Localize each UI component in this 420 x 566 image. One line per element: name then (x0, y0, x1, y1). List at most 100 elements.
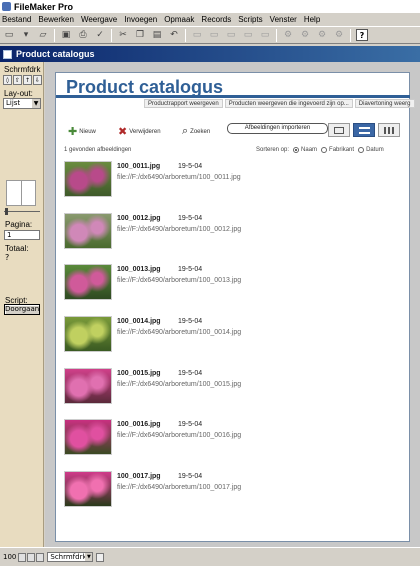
toolbar-separator (54, 28, 55, 42)
paste-icon[interactable]: ▤ (151, 29, 163, 41)
page-number-field[interactable]: 1 (4, 230, 40, 240)
save-icon[interactable]: ▣ (60, 29, 72, 41)
sort-icon[interactable]: ⚙ (282, 29, 294, 41)
image-thumbnail[interactable] (64, 419, 112, 455)
list-item[interactable]: 100_0015.jpg 19-5-04 file://F:/dx6490/ar… (64, 368, 404, 408)
help-icon[interactable]: ? (356, 29, 368, 41)
image-thumbnail[interactable] (64, 161, 112, 197)
table-view-button[interactable] (378, 123, 400, 137)
sort-options: Sorteren op: Naam Fabrikant Datum (256, 147, 384, 153)
image-thumbnail[interactable] (64, 368, 112, 404)
new-dropdown-icon[interactable]: ▾ (20, 29, 32, 41)
page-label: Pagina: (5, 220, 33, 229)
list-item[interactable]: 100_0011.jpg 19-5-04 file://F:/dx6490/ar… (64, 161, 404, 201)
list-view-button[interactable] (353, 123, 375, 137)
image-thumbnail[interactable] (64, 213, 112, 249)
sort-label: Sorteren op: (256, 147, 290, 153)
file-path: file://F:/dx6490/arboretum/100_0013.jpg (117, 277, 242, 284)
menu-invoegen[interactable]: Invoegen (124, 15, 157, 24)
list-item[interactable]: 100_0013.jpg 19-5-04 file://F:/dx6490/ar… (64, 264, 404, 304)
undo-icon[interactable]: ↶ (168, 29, 180, 41)
spellcheck-icon[interactable]: ✓ (94, 29, 106, 41)
tab-slideshow[interactable]: Diavertoning weerg (354, 99, 415, 108)
sort-radio-date[interactable] (358, 147, 365, 153)
page-slider-track[interactable] (4, 211, 40, 212)
menu-records[interactable]: Records (201, 15, 231, 24)
file-date: 19-5-04 (178, 473, 203, 480)
file-path: file://F:/dx6490/arboretum/100_0011.jpg (117, 174, 241, 181)
file-date: 19-5-04 (178, 163, 203, 170)
print-icon[interactable]: ⎙ (77, 29, 89, 41)
new-record-icon[interactable]: ▭ (191, 29, 203, 41)
image-thumbnail[interactable] (64, 264, 112, 300)
menu-weergave[interactable]: Weergave (81, 15, 117, 24)
record-prev-icon[interactable]: ↑ (23, 75, 32, 85)
delete-record-button[interactable]: ✖ Verwijderen (118, 125, 161, 138)
file-path: file://F:/dx6490/arboretum/100_0016.jpg (117, 432, 242, 439)
file-path: file://F:/dx6490/arboretum/100_0017.jpg (117, 484, 242, 491)
menu-opmaak[interactable]: Opmaak (164, 15, 194, 24)
total-value: ? (5, 253, 10, 262)
table-view-icon (384, 126, 394, 134)
new-record-button[interactable]: ✚ Nieuw (68, 125, 96, 138)
copy-icon[interactable]: ❐ (134, 29, 146, 41)
list-item[interactable]: 100_0014.jpg 19-5-04 file://F:/dx6490/ar… (64, 316, 404, 356)
toolbar-separator (276, 28, 277, 42)
file-name: 100_0017.jpg (117, 473, 161, 480)
import-images-button[interactable]: Afbeeldingen importeren (227, 123, 328, 134)
sort-desc-icon[interactable]: ⚙ (316, 29, 328, 41)
menu-help[interactable]: Help (304, 15, 320, 24)
cut-icon[interactable]: ✂ (117, 29, 129, 41)
image-thumbnail[interactable] (64, 316, 112, 352)
continue-button[interactable]: Doorgaan (4, 304, 40, 315)
sort-option-name[interactable]: Naam (301, 147, 317, 153)
status-area: Schrmfdrk ◊ ⇧ ↑ ⇩ Lay-out: Lijst ▼ Pagin… (0, 62, 44, 547)
zoom-level[interactable]: 100 (3, 553, 16, 561)
menu-scripts[interactable]: Scripts (238, 15, 262, 24)
toggle-status-icon[interactable] (36, 552, 45, 562)
zoom-icon[interactable]: ◊ (3, 75, 12, 85)
catalog-page: Product catalogus Productrapport weergev… (55, 72, 415, 542)
file-date: 19-5-04 (178, 215, 203, 222)
menu-bewerken[interactable]: Bewerken (38, 15, 74, 24)
sort-asc-icon[interactable]: ⚙ (299, 29, 311, 41)
menu-bestand[interactable]: Bestand (2, 15, 31, 24)
layout-select[interactable]: Lijst ▼ (3, 98, 41, 109)
delete-record-icon[interactable]: ▭ (225, 29, 237, 41)
show-all-icon[interactable]: ▭ (259, 29, 271, 41)
menu-venster[interactable]: Venster (270, 15, 297, 24)
page-book-icon[interactable] (6, 180, 36, 206)
file-name: 100_0012.jpg (117, 215, 161, 222)
find-icon[interactable]: ▭ (242, 29, 254, 41)
file-name: 100_0014.jpg (117, 318, 161, 325)
page-slider-handle[interactable] (5, 208, 8, 215)
filemaker-logo-icon (2, 2, 11, 11)
find-label: Zoeken (190, 128, 211, 135)
sort-radio-manufacturer[interactable] (321, 147, 328, 153)
list-item[interactable]: 100_0016.jpg 19-5-04 file://F:/dx6490/ar… (64, 419, 404, 459)
tab-products-entered[interactable]: Producten weergeven die ingevoerd zijn o… (224, 99, 353, 108)
delete-record-label: Verwijderen (129, 128, 161, 135)
record-next-icon[interactable]: ⇩ (33, 75, 42, 85)
image-thumbnail[interactable] (64, 471, 112, 507)
zoom-out-icon[interactable] (18, 552, 27, 562)
file-date: 19-5-04 (178, 266, 203, 273)
list-item[interactable]: 100_0012.jpg 19-5-04 file://F:/dx6490/ar… (64, 213, 404, 253)
sort-radio-name[interactable] (293, 147, 300, 153)
open-folder-icon[interactable]: ▱ (37, 29, 49, 41)
mode-select[interactable]: Schrmfdrk ▼ (47, 552, 94, 562)
sort-option-date[interactable]: Datum (366, 147, 384, 153)
find-button[interactable]: ⌕ Zoeken (182, 125, 210, 138)
new-file-icon[interactable]: ▭ (3, 29, 15, 41)
zoom-in-icon[interactable] (27, 552, 36, 562)
record-first-icon[interactable]: ⇧ (13, 75, 22, 85)
chevron-down-icon: ▼ (85, 553, 93, 561)
tab-product-report[interactable]: Productrapport weergeven (144, 99, 223, 108)
duplicate-record-icon[interactable]: ▭ (208, 29, 220, 41)
form-view-button[interactable] (328, 123, 350, 137)
scroll-left-icon[interactable] (96, 552, 105, 562)
list-item[interactable]: 100_0017.jpg 19-5-04 file://F:/dx6490/ar… (64, 471, 404, 511)
sort-option-manufacturer[interactable]: Fabrikant (329, 147, 354, 153)
replace-icon[interactable]: ⚙ (333, 29, 345, 41)
mode-select-value: Schrmfdrk (50, 553, 87, 561)
